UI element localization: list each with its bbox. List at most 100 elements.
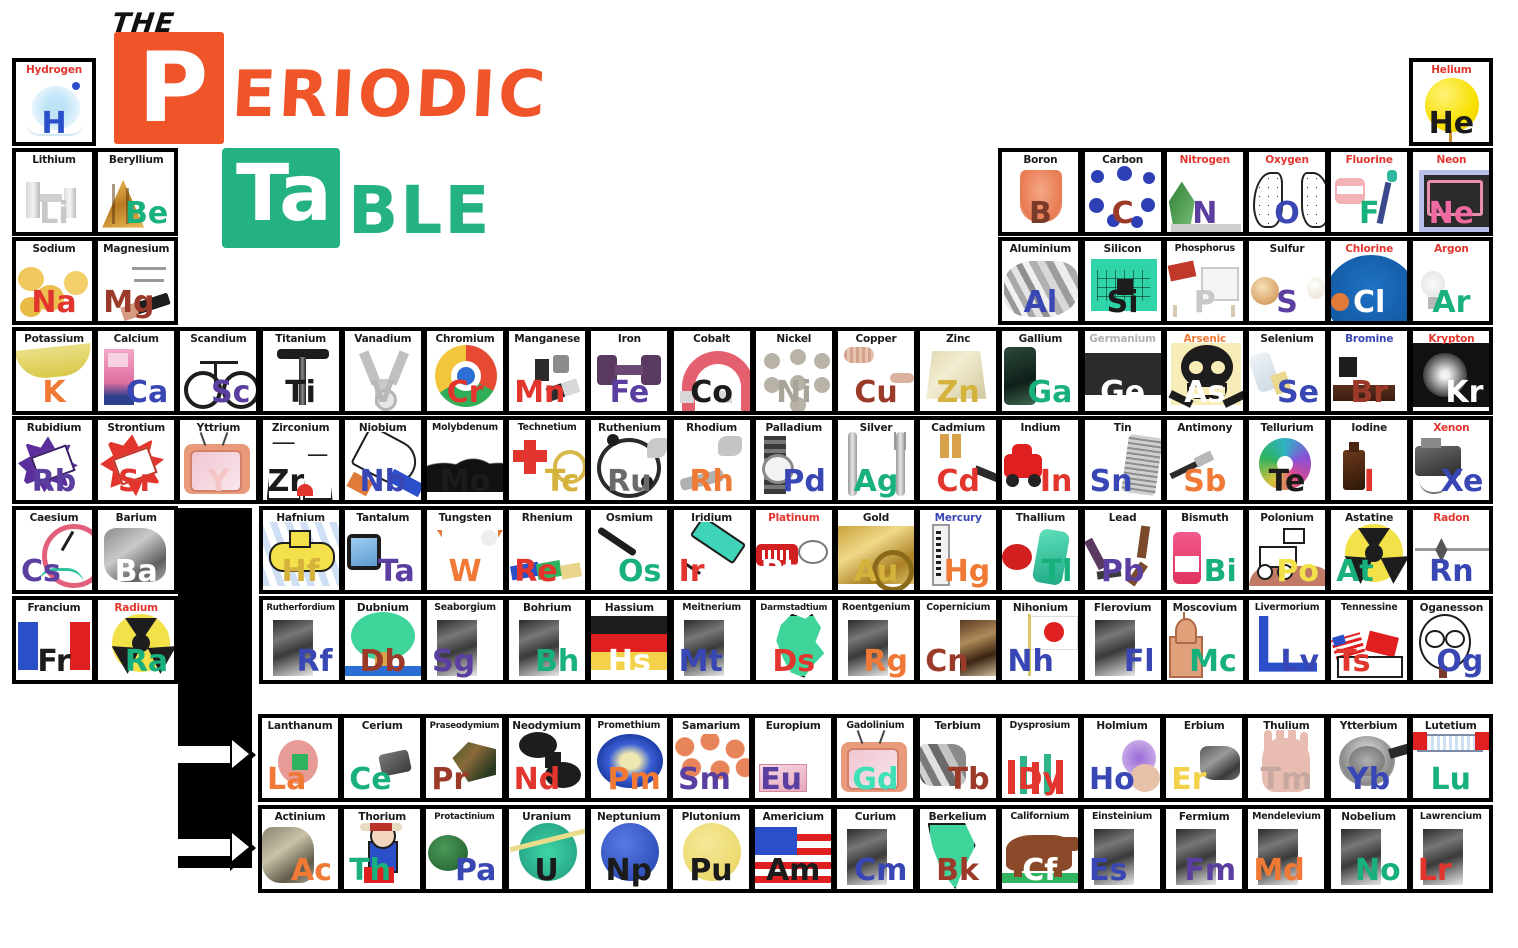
element-li[interactable]: Lithium Li [12, 147, 96, 236]
element-pu[interactable]: Plutonium Pu [669, 805, 753, 893]
element-lu[interactable]: Lutetium Lu [1408, 714, 1493, 802]
element-ag[interactable]: Silver Ag [834, 416, 918, 505]
element-po[interactable]: Polonium Po [1245, 506, 1329, 594]
element-es[interactable]: Einsteinium Es [1080, 805, 1164, 893]
element-dy[interactable]: Dysprosium Dy [997, 714, 1082, 802]
element-cn[interactable]: Copernicium Cn [916, 595, 1001, 684]
element-tc[interactable]: Technetium Tc [505, 416, 590, 505]
element-fr[interactable]: Francium Fr [12, 595, 96, 684]
element-k[interactable]: Potassium K [12, 326, 96, 415]
element-si[interactable]: Silicon Si [1080, 237, 1165, 326]
element-sg[interactable]: Seaborgium Sg [423, 595, 507, 684]
element-cs[interactable]: Caesium Cs [12, 506, 96, 594]
element-bh[interactable]: Bohrium Bh [505, 595, 590, 684]
element-hs[interactable]: Hassium Hs [587, 595, 672, 684]
element-in[interactable]: Indium In [998, 416, 1083, 505]
element-ir[interactable]: Iridium Ir [669, 506, 754, 594]
element-ne[interactable]: Neon Ne [1409, 147, 1494, 236]
element-mt[interactable]: Meitnerium Mt [669, 595, 754, 684]
element-pm[interactable]: Promethium Pm [586, 714, 671, 802]
element-sc[interactable]: Scandium Sc [176, 326, 261, 415]
element-lv[interactable]: Livermorium Lv [1245, 595, 1329, 684]
element-md[interactable]: Mendelevium Md [1244, 805, 1329, 893]
element-zn[interactable]: Zinc Zn [916, 326, 1001, 415]
element-ni[interactable]: Nickel Ni [751, 326, 836, 415]
element-yb[interactable]: Ytterbium Yb [1326, 714, 1411, 802]
element-la[interactable]: Lanthanum La [258, 714, 342, 802]
element-cf[interactable]: Californium Cf [997, 805, 1082, 893]
element-lr[interactable]: Lawrencium Lr [1408, 805, 1493, 893]
element-cu[interactable]: Copper Cu [834, 326, 918, 415]
element-ge[interactable]: Germanium Ge [1080, 326, 1165, 415]
element-mg[interactable]: Magnesium Mg [94, 237, 179, 326]
element-bi[interactable]: Bismuth Bi [1162, 506, 1247, 594]
element-c[interactable]: Carbon C [1080, 147, 1165, 236]
element-co[interactable]: Cobalt Co [669, 326, 754, 415]
element-tm[interactable]: Thulium Tm [1244, 714, 1329, 802]
element-ti[interactable]: Titanium Ti [258, 326, 343, 415]
element-f[interactable]: Fluorine F [1327, 147, 1412, 236]
element-n[interactable]: Nitrogen N [1162, 147, 1247, 236]
element-fl[interactable]: Flerovium Fl [1080, 595, 1165, 684]
element-ca[interactable]: Calcium Ca [94, 326, 179, 415]
element-mn[interactable]: Manganese Mn [505, 326, 590, 415]
element-er[interactable]: Erbium Er [1162, 714, 1247, 802]
element-sn[interactable]: Tin Sn [1080, 416, 1165, 505]
element-ds[interactable]: Darmstadtium Ds [751, 595, 836, 684]
element-te[interactable]: Tellurium Te [1245, 416, 1329, 505]
element-ta[interactable]: Tantalum Ta [340, 506, 425, 594]
element-nd[interactable]: Neodymium Nd [504, 714, 589, 802]
element-th[interactable]: Thorium Th [340, 805, 425, 893]
element-o[interactable]: Oxygen O [1245, 147, 1329, 236]
element-pr[interactable]: Praseodymium Pr [422, 714, 507, 802]
element-zr[interactable]: Zirconium Zr [258, 416, 343, 505]
element-nh[interactable]: Nihonium Nh [998, 595, 1083, 684]
element-no[interactable]: Nobelium No [1326, 805, 1411, 893]
element-p[interactable]: Phosphorus P [1162, 237, 1247, 326]
element-se[interactable]: Selenium Se [1245, 326, 1329, 415]
element-s[interactable]: Sulfur S [1245, 237, 1329, 326]
element-ac[interactable]: Actinium Ac [258, 805, 342, 893]
element-ts[interactable]: Tennessine Ts [1327, 595, 1412, 684]
element-rn[interactable]: Radon Rn [1409, 506, 1494, 594]
element-fm[interactable]: Fermium Fm [1162, 805, 1247, 893]
element-fe[interactable]: Iron Fe [587, 326, 672, 415]
element-rb[interactable]: Rubidium Rb [12, 416, 96, 505]
element-pa[interactable]: Protactinium Pa [422, 805, 507, 893]
element-cr[interactable]: Chromium Cr [423, 326, 507, 415]
element-hf[interactable]: Hafnium Hf [258, 506, 343, 594]
element-v[interactable]: Vanadium V [340, 326, 425, 415]
element-rh[interactable]: Rhodium Rh [669, 416, 754, 505]
element-al[interactable]: Aluminium Al [998, 237, 1083, 326]
element-pt[interactable]: Platinum Pt [751, 506, 836, 594]
element-w[interactable]: Tungsten W [423, 506, 507, 594]
element-cm[interactable]: Curium Cm [833, 805, 918, 893]
element-hg[interactable]: Mercury Hg [916, 506, 1001, 594]
element-am[interactable]: Americium Am [751, 805, 836, 893]
element-gd[interactable]: Gadolinium Gd [833, 714, 918, 802]
element-ru[interactable]: Ruthenium Ru [587, 416, 672, 505]
element-sr[interactable]: Strontium Sr [94, 416, 179, 505]
element-rf[interactable]: Rutherfordium Rf [258, 595, 343, 684]
element-i[interactable]: Iodine I [1327, 416, 1412, 505]
element-ce[interactable]: Cerium Ce [340, 714, 425, 802]
element-y[interactable]: Yttrium Y [176, 416, 261, 505]
element-db[interactable]: Dubnium Db [340, 595, 425, 684]
element-b[interactable]: Boron B [998, 147, 1083, 236]
element-be[interactable]: Beryllium Be [94, 147, 179, 236]
element-eu[interactable]: Europium Eu [751, 714, 836, 802]
element-at[interactable]: Astatine At [1327, 506, 1412, 594]
element-np[interactable]: Neptunium Np [586, 805, 671, 893]
element-rg[interactable]: Roentgenium Rg [834, 595, 918, 684]
element-as[interactable]: Arsenic As [1162, 326, 1247, 415]
element-ga[interactable]: Gallium Ga [998, 326, 1083, 415]
element-cd[interactable]: Cadmium Cd [916, 416, 1001, 505]
element-tl[interactable]: Thallium Tl [998, 506, 1083, 594]
element-sb[interactable]: Antimony Sb [1162, 416, 1247, 505]
element-os[interactable]: Osmium Os [587, 506, 672, 594]
element-ar[interactable]: Argon Ar [1409, 237, 1494, 326]
element-re[interactable]: Rhenium Re [505, 506, 590, 594]
element-he[interactable]: Helium He [1409, 58, 1494, 146]
element-og[interactable]: Oganesson Og [1409, 595, 1494, 684]
element-h[interactable]: Hydrogen H [12, 58, 96, 146]
